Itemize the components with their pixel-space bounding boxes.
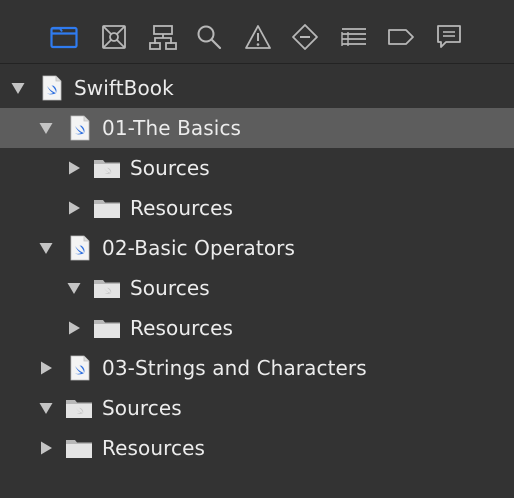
source-control-icon xyxy=(100,23,128,51)
disclosure-collapsed-icon[interactable] xyxy=(38,360,54,376)
folder-icon xyxy=(92,195,122,221)
source-control-navigator-button[interactable] xyxy=(97,20,131,54)
tree-row-swiftbook[interactable]: SwiftBook xyxy=(0,68,514,108)
file-tree: SwiftBook 01-The Basics Sources Resource… xyxy=(0,68,514,468)
disclosure-expanded-icon[interactable] xyxy=(38,400,54,416)
tree-row-label: Sources xyxy=(102,396,182,420)
tree-row-03-strings-and-characters[interactable]: 03-Strings and Characters xyxy=(0,348,514,388)
tree-row-sources[interactable]: Sources xyxy=(0,268,514,308)
swift-file-icon xyxy=(67,115,93,141)
disclosure-collapsed-icon[interactable] xyxy=(66,160,82,176)
tree-row-label: Resources xyxy=(130,316,234,340)
hierarchy-icon xyxy=(148,23,178,51)
toolbar-divider xyxy=(0,63,514,64)
disclosure-expanded-icon[interactable] xyxy=(10,80,26,96)
test-diamond-icon xyxy=(290,22,320,52)
breakpoint-navigator-button[interactable] xyxy=(384,20,418,54)
debug-list-icon xyxy=(339,24,369,50)
disclosure-expanded-icon[interactable] xyxy=(38,120,54,136)
swift-file-icon xyxy=(67,235,93,261)
tree-row-02-basic-operators[interactable]: 02-Basic Operators xyxy=(0,228,514,268)
tree-row-label: Resources xyxy=(102,436,206,460)
source-folder-icon xyxy=(64,395,94,421)
issue-navigator-button[interactable] xyxy=(241,20,275,54)
symbol-navigator-button[interactable] xyxy=(146,20,180,54)
search-icon xyxy=(195,23,223,51)
tree-row-sources[interactable]: Sources xyxy=(0,148,514,188)
tree-row-resources[interactable]: Resources xyxy=(0,308,514,348)
tree-row-resources[interactable]: Resources xyxy=(0,428,514,468)
tree-row-label: Sources xyxy=(130,156,210,180)
report-navigator-button[interactable] xyxy=(432,20,466,54)
report-bubble-icon xyxy=(434,23,464,51)
tree-row-sources[interactable]: Sources xyxy=(0,388,514,428)
swift-file-icon xyxy=(67,355,93,381)
source-folder-icon xyxy=(92,155,122,181)
disclosure-collapsed-icon[interactable] xyxy=(38,440,54,456)
test-navigator-button[interactable] xyxy=(288,20,322,54)
disclosure-expanded-icon[interactable] xyxy=(66,280,82,296)
tree-row-label: 03-Strings and Characters xyxy=(102,356,367,380)
source-folder-icon xyxy=(92,275,122,301)
disclosure-expanded-icon[interactable] xyxy=(38,240,54,256)
tree-row-01-the-basics[interactable]: 01-The Basics xyxy=(0,108,514,148)
swift-file-icon xyxy=(39,75,65,101)
breakpoint-icon xyxy=(386,26,416,48)
warning-icon xyxy=(243,23,273,51)
tree-row-label: 01-The Basics xyxy=(102,116,242,140)
find-navigator-button[interactable] xyxy=(192,20,226,54)
disclosure-collapsed-icon[interactable] xyxy=(66,200,82,216)
folder-icon xyxy=(92,315,122,341)
project-navigator-button[interactable] xyxy=(47,20,81,54)
debug-navigator-button[interactable] xyxy=(337,20,371,54)
navigator-toolbar xyxy=(0,0,514,64)
tree-row-label: Resources xyxy=(130,196,234,220)
folder-icon xyxy=(64,435,94,461)
folder-icon xyxy=(49,24,79,50)
tree-row-label: SwiftBook xyxy=(74,76,174,100)
tree-row-resources[interactable]: Resources xyxy=(0,188,514,228)
disclosure-collapsed-icon[interactable] xyxy=(66,320,82,336)
tree-row-label: Sources xyxy=(130,276,210,300)
tree-row-label: 02-Basic Operators xyxy=(102,236,296,260)
